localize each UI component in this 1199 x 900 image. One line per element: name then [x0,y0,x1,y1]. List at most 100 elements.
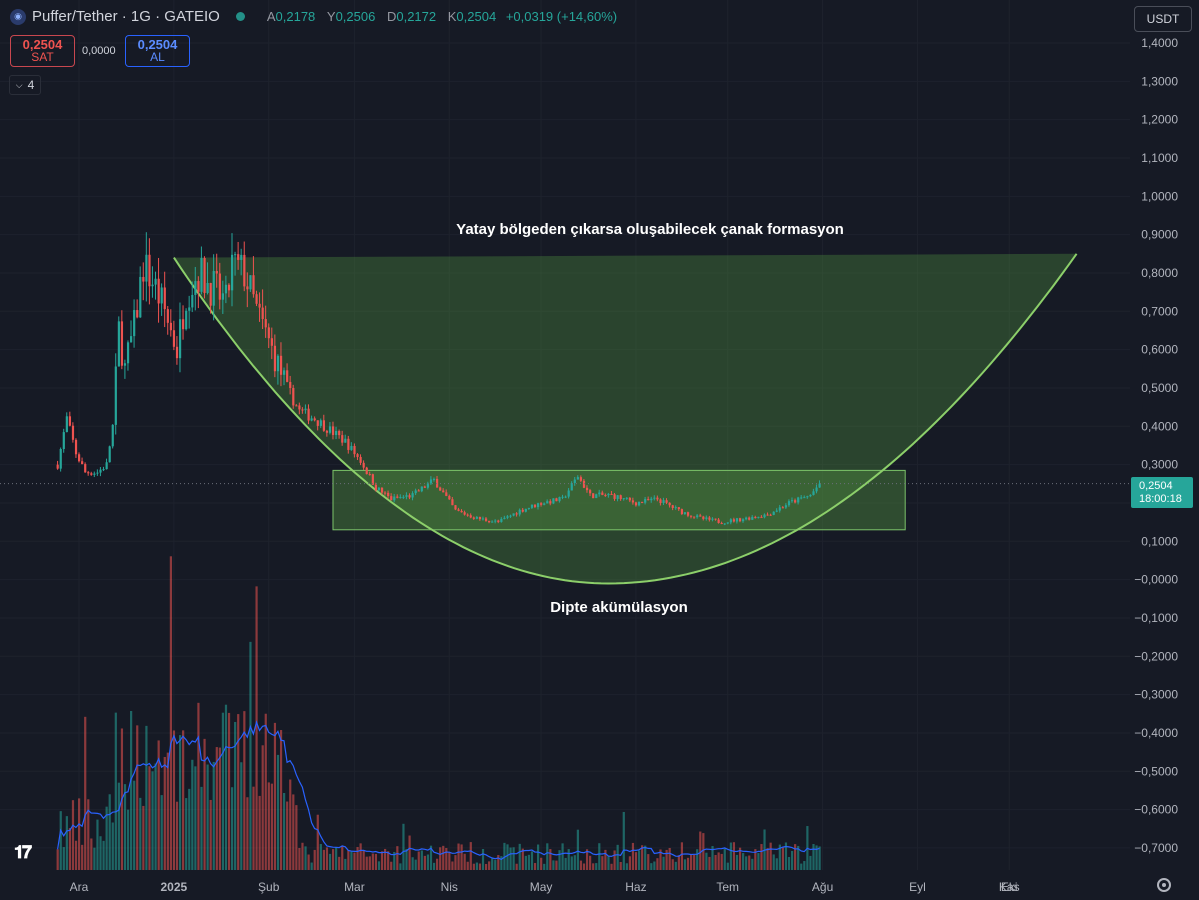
candle-body [56,464,59,469]
volume-bar [735,854,739,870]
symbol-title[interactable]: Puffer/Tether · 1G · GATEIO [32,8,220,25]
price-chart[interactable]: Yatay bölgeden çıkarsa oluşabilecek çana… [0,0,1199,900]
price-tick-label: −0,7000 [1134,841,1178,855]
volume-bar [62,847,65,870]
close-value: 0,2504 [456,9,497,24]
volume-bar [261,745,264,870]
volume-bar [790,850,794,870]
volume-bar [794,844,797,870]
spread-value: 0,0000 [82,45,116,57]
volume-bar [497,855,500,870]
volume-bar [760,844,763,870]
high-key: Y [326,9,336,24]
candle-body [368,474,371,476]
volume-bar [111,822,114,870]
candle-body [705,517,708,519]
candle-body [399,497,402,499]
candle-body [261,307,264,320]
candle-body [696,515,699,518]
candle-body [475,516,478,519]
candle-body [585,487,589,491]
volume-bar [475,862,478,870]
candle-body [240,254,243,260]
candle-body [310,418,313,421]
volume-bar [145,725,148,870]
candle-body [601,492,604,495]
candle-body [726,522,729,524]
volume-bar [68,828,72,870]
volume-bar [451,861,454,870]
volume-bar [631,842,635,870]
candle-body [338,431,341,436]
volume-bar [787,856,791,870]
volume-bar [371,853,374,870]
volume-bar [286,801,289,870]
candle-body [616,495,619,499]
candle-body [472,517,475,519]
candle-body [671,505,674,508]
volume-bar [276,754,280,870]
candle-body [71,425,75,440]
candle-body [454,505,457,510]
price-tick-label: 0,7000 [1141,304,1178,318]
volume-bar [677,855,680,870]
volume-bar [533,863,537,870]
time-tick-label: Eyl [909,880,926,894]
volume-bar [130,710,133,870]
candle-body [564,496,567,498]
volume-bar [521,848,524,870]
volume-bar [803,861,806,870]
volume-bar [457,843,460,870]
volume-bar [338,856,341,870]
candle-body [622,498,625,500]
volume-bar [175,801,179,870]
time-axis[interactable]: Ara 2025 Şub Mar Nis May Haz Tem Ağu Eyl EkiKas [70,880,1020,894]
coin-logo-icon: ◉ [10,8,26,25]
volume-bar [637,850,641,870]
volume-bar [714,855,717,870]
candle-body [488,520,491,523]
candle-body [136,310,139,318]
candle-body [234,254,237,256]
candle-body [561,496,564,498]
volume-bar [341,846,344,870]
candle-body [420,486,423,492]
candle-body [543,503,546,505]
gear-icon[interactable] [1157,878,1171,892]
volume-bar [227,712,231,870]
sell-button[interactable]: 0,2504 SAT [10,35,75,67]
volume-bar [246,797,249,870]
candle-body [286,370,289,382]
candle-body [78,454,81,462]
candle-body [760,516,763,518]
candle-body [524,508,527,512]
volume-bar [693,854,696,870]
candle-body [607,493,610,496]
candle-body [567,490,570,497]
volume-bar [102,840,105,870]
candle-body [628,497,631,501]
candle-body [185,310,188,330]
candle-body [625,497,628,499]
accumulation-label: Dipte akümülasyon [550,599,688,616]
candle-body [463,512,466,515]
candle-body [751,517,754,520]
volume-bar [399,863,402,870]
candle-body [460,510,463,513]
currency-selector[interactable]: USDT [1134,6,1192,32]
candle-body [102,469,105,471]
indicators-toggle[interactable]: ⌵ 4 [9,75,41,95]
volume-bar [151,771,154,870]
candle-body [595,494,598,499]
volume-bar [742,853,745,870]
candle-body [267,327,270,339]
candle-body [130,336,133,343]
candle-body [582,480,586,488]
price-axis[interactable]: 1,4000 1,3000 1,2000 1,1000 1,0000 0,9000 0,80… [1134,36,1178,855]
candle-body [133,310,136,337]
candle-body [423,486,426,488]
buy-button[interactable]: 0,2504 AL [125,35,190,67]
candle-body [96,472,99,474]
volume-bar [472,863,475,870]
volume-bar [595,863,598,870]
